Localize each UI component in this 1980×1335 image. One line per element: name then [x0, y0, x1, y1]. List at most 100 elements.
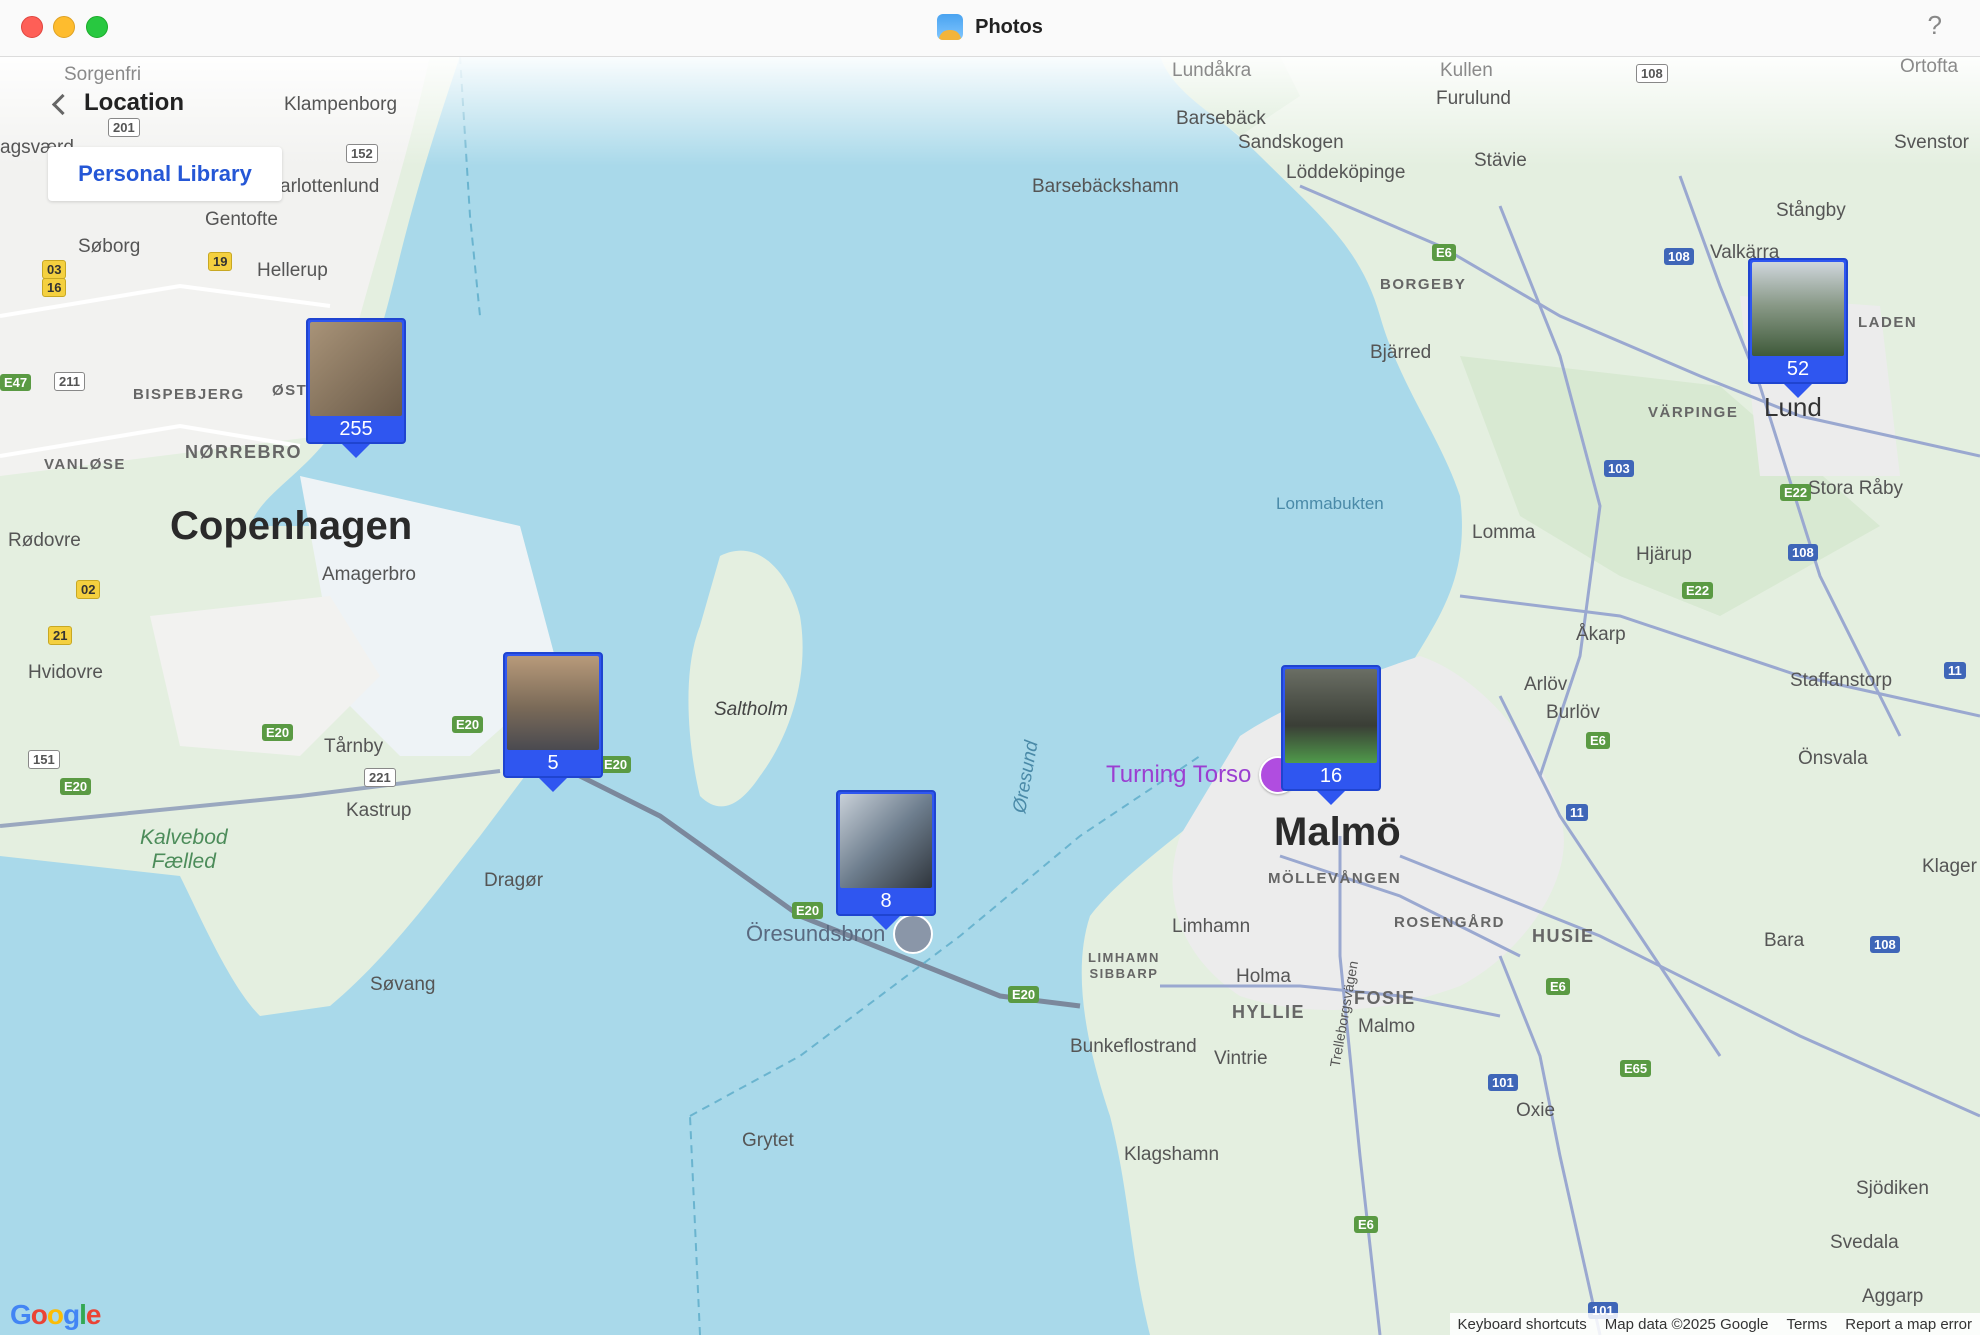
district-label: LIMHAMN SIBBARP [1088, 950, 1160, 981]
place-label: Rødovre [8, 530, 81, 551]
window-title-area: Photos [0, 14, 1980, 46]
place-label: Aggarp [1862, 1286, 1924, 1307]
photo-pin[interactable]: 5 [503, 652, 603, 792]
title-bar: Photos ? [0, 0, 1980, 57]
help-icon[interactable]: ? [1928, 10, 1942, 41]
terms-link[interactable]: Terms [1786, 1316, 1827, 1333]
photo-pin[interactable]: 8 [836, 790, 936, 930]
place-label: arlottenlund [280, 176, 380, 197]
photo-pin[interactable]: 52 [1748, 258, 1848, 398]
poi-label: Turning Torso [1106, 761, 1252, 788]
google-logo: Google [10, 1299, 101, 1330]
road-shield: 211 [54, 372, 85, 391]
road-shield: 108 [1788, 544, 1818, 561]
city-label-copenhagen: Copenhagen [170, 504, 413, 548]
photo-count: 5 [547, 752, 559, 774]
district-label: VÄRPINGE [1648, 404, 1739, 421]
place-label: Klampenborg [284, 94, 398, 115]
road-shield: 201 [108, 118, 140, 137]
photo-thumbnail [1752, 262, 1844, 356]
park-label: Kalvebod Fælled [140, 826, 228, 873]
place-label: Lomma [1472, 522, 1536, 543]
map-view[interactable]: Sorgenfri Klampenborg agsværd arlottenlu… [0, 56, 1980, 1335]
keyboard-shortcuts-link[interactable]: Keyboard shortcuts [1458, 1316, 1587, 1333]
place-label: Åkarp [1576, 624, 1626, 645]
photos-app-icon [937, 14, 964, 40]
poi-turning-torso[interactable]: Turning Torso [1106, 756, 1298, 794]
place-label: Ortofta [1900, 56, 1959, 77]
road-shield: 21 [48, 626, 73, 645]
personal-library-button[interactable]: Personal Library [48, 147, 282, 201]
road-shield: 103 [1604, 460, 1634, 477]
place-label: Arlöv [1524, 674, 1568, 695]
road-shield: 11 [1944, 662, 1966, 679]
page-title: Location [84, 89, 184, 116]
road-shield: E22 [1780, 484, 1812, 501]
place-label: Sjödiken [1856, 1178, 1929, 1199]
photo-thumbnail [507, 656, 599, 750]
district-label: HYLLIE [1232, 1002, 1306, 1022]
road-shield: 108 [1636, 64, 1668, 83]
place-label: Grytet [742, 1130, 794, 1151]
photo-pin[interactable]: 255 [306, 318, 406, 458]
district-label: MÖLLEVÅNGEN [1268, 870, 1402, 887]
city-label-malmo: Malmö [1274, 810, 1401, 854]
place-label: Sandskogen [1238, 132, 1344, 153]
place-label: Kastrup [346, 800, 412, 821]
place-label: Hellerup [257, 260, 328, 281]
place-label: Önsvala [1798, 748, 1868, 769]
back-chevron-icon[interactable] [51, 93, 74, 115]
map-attribution-bar: Keyboard shortcuts Map data ©2025 Google… [1449, 1313, 1980, 1335]
road-shield: E20 [452, 716, 484, 733]
photo-count: 8 [880, 890, 892, 912]
place-label: Gentofte [205, 209, 278, 230]
pin-pointer [1784, 384, 1812, 398]
road-shield: E47 [0, 374, 32, 391]
place-label: Staffanstorp [1790, 670, 1893, 691]
place-label: Hvidovre [28, 662, 103, 683]
place-label: Burlöv [1546, 702, 1600, 723]
place-label: Tårnby [324, 736, 384, 757]
road-shield: 221 [364, 768, 396, 787]
district-label: NØRREBRO [185, 442, 303, 462]
district-label: BISPEBJERG [133, 386, 245, 403]
place-label: Löddeköpinge [1286, 162, 1406, 183]
photo-thumbnail [1285, 669, 1377, 763]
road-shield: E20 [600, 756, 632, 773]
place-label: Malmo [1358, 1016, 1416, 1037]
place-label: Bjärred [1370, 342, 1432, 363]
place-label: Lundåkra [1172, 60, 1252, 81]
place-label: Amagerbro [322, 564, 416, 585]
road-shield: 02 [76, 580, 101, 599]
road-shield: 11 [1566, 804, 1588, 821]
photo-pin[interactable]: 16 [1281, 665, 1381, 805]
place-label: Stora Råby [1808, 478, 1904, 499]
road-shield: 03 [42, 260, 67, 279]
place-label: Søborg [78, 236, 141, 257]
road-shield: E6 [1432, 244, 1456, 261]
road-shield: 151 [28, 750, 60, 769]
place-label: Klagshamn [1124, 1144, 1220, 1165]
photo-count: 52 [1786, 358, 1810, 380]
pin-pointer [872, 916, 900, 930]
map-data-attribution: Map data ©2025 Google [1604, 1315, 1769, 1333]
district-label: FOSIE [1354, 988, 1416, 1008]
report-map-error-link[interactable]: Report a map error [1845, 1316, 1972, 1333]
place-label: Vintrie [1214, 1048, 1268, 1069]
place-label: Bunkeflostrand [1070, 1036, 1197, 1057]
island-label: Saltholm [714, 699, 788, 720]
place-label: Stävie [1474, 150, 1527, 171]
place-label: Kullen [1440, 60, 1493, 81]
road-shield: E20 [1008, 986, 1040, 1003]
district-label: ØST [272, 382, 308, 399]
road-shield: E20 [60, 778, 92, 795]
location-nav: Location [51, 89, 184, 117]
district-label: ROSENGÅRD [1394, 914, 1506, 931]
district-label: HUSIE [1532, 926, 1595, 946]
road-shield: 108 [1664, 248, 1694, 265]
road-shield: 101 [1488, 1074, 1518, 1091]
place-label: Dragør [484, 870, 544, 891]
pin-pointer [342, 444, 370, 458]
place-label: Barsebäck [1176, 108, 1266, 129]
place-label: Svedala [1830, 1232, 1899, 1253]
